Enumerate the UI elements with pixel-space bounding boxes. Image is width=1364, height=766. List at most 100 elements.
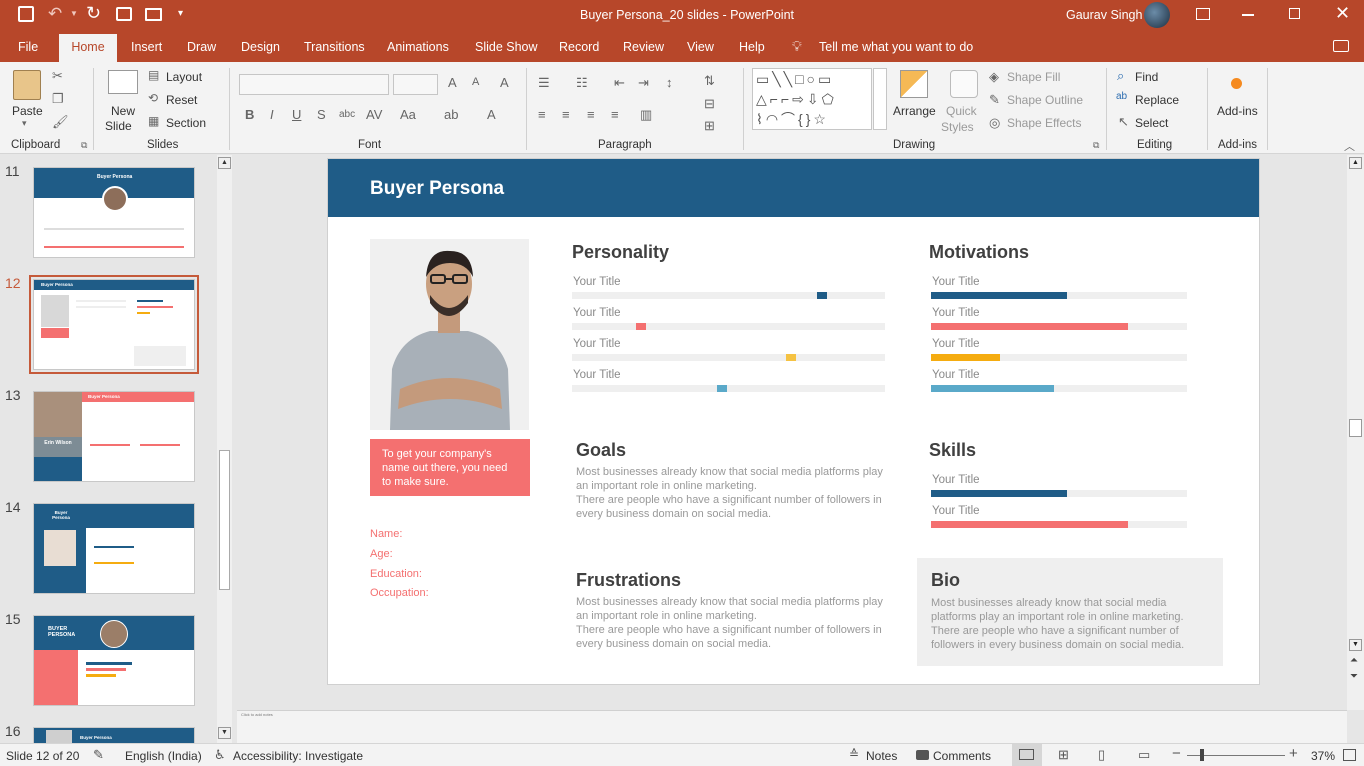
tab-record[interactable]: Record	[559, 40, 599, 54]
tab-file[interactable]: File	[18, 40, 38, 54]
motivations-heading[interactable]: Motivations	[929, 242, 1029, 263]
replace-button[interactable]: Replace	[1135, 93, 1179, 107]
format-painter-icon[interactable]: 🖌︎	[52, 114, 69, 130]
tell-me-search[interactable]: Tell me what you want to do	[819, 40, 973, 54]
smartart-icon[interactable]: ⊞	[704, 118, 715, 134]
bullets-icon[interactable]: ☰	[538, 75, 550, 91]
goals-text-1[interactable]: Most businesses already know that social…	[576, 465, 888, 493]
ribbon-display-options-icon[interactable]	[1196, 8, 1210, 20]
tab-slide-show[interactable]: Slide Show	[475, 40, 538, 54]
language-indicator[interactable]: English (India)	[125, 749, 202, 763]
change-case-icon[interactable]: Aa	[400, 107, 416, 122]
section-button[interactable]: Section	[166, 116, 206, 130]
scroll-up-icon[interactable]: ▲	[1349, 157, 1362, 169]
personality-bar-label[interactable]: Your Title	[573, 307, 621, 319]
motivations-bar-label[interactable]: Your Title	[932, 338, 980, 350]
shadow-icon[interactable]: S	[317, 107, 326, 122]
numbering-icon[interactable]: ☷	[576, 75, 588, 91]
frustrations-heading[interactable]: Frustrations	[576, 570, 681, 591]
tab-home[interactable]: Home	[59, 34, 117, 62]
age-field-label[interactable]: Age:	[370, 548, 393, 560]
comments-pane-icon[interactable]	[1333, 40, 1349, 52]
slide-thumbnail-16[interactable]: Buyer Persona	[33, 727, 195, 743]
scroll-up-icon[interactable]: ▲	[218, 157, 231, 169]
occupation-field-label[interactable]: Occupation:	[370, 587, 429, 599]
scroll-down-icon[interactable]: ▼	[1349, 639, 1362, 651]
notes-pane[interactable]: Click to add notes	[237, 710, 1347, 743]
slide-thumbnail-11[interactable]: Buyer Persona	[33, 167, 195, 258]
personality-bar-label[interactable]: Your Title	[573, 338, 621, 350]
minimize-icon[interactable]	[1242, 14, 1254, 16]
reading-view-icon[interactable]: ▯	[1098, 747, 1105, 763]
increase-indent-icon[interactable]: ⇥	[638, 75, 649, 91]
decrease-font-size-icon[interactable]: A	[472, 76, 479, 88]
goals-heading[interactable]: Goals	[576, 440, 626, 461]
shape-outline-button[interactable]: Shape Outline	[1007, 93, 1083, 107]
highlight-icon[interactable]: ab	[444, 107, 458, 122]
close-icon[interactable]: ✕	[1335, 3, 1350, 24]
tab-design[interactable]: Design	[241, 40, 280, 54]
copy-icon[interactable]: ❐	[52, 91, 64, 107]
add-ins-button[interactable]: Add-ins	[1217, 104, 1258, 118]
previous-slide-icon[interactable]: ⏶	[1350, 655, 1358, 666]
slide-thumbnail-14[interactable]: Buyer Persona	[33, 503, 195, 594]
tab-help[interactable]: Help	[739, 40, 765, 54]
avatar[interactable]	[1144, 2, 1170, 28]
arrange-button[interactable]: Arrange	[893, 104, 936, 118]
reset-button[interactable]: Reset	[166, 93, 197, 107]
undo-icon[interactable]: ↶	[48, 4, 62, 24]
shape-effects-button[interactable]: Shape Effects	[1007, 116, 1082, 130]
bio-box[interactable]: Bio Most businesses already know that so…	[917, 558, 1223, 666]
slide-show-icon[interactable]: ▭	[1138, 747, 1150, 763]
accessibility-icon[interactable]: ♿︎	[214, 747, 226, 763]
skills-heading[interactable]: Skills	[929, 440, 976, 461]
tab-draw[interactable]: Draw	[187, 40, 216, 54]
thumbnail-scrollbar[interactable]: ▲ ▼	[217, 155, 232, 743]
select-button[interactable]: Select	[1135, 116, 1168, 130]
editor-scroll-thumb[interactable]	[1349, 419, 1362, 437]
slide-thumbnail-12[interactable]: Buyer Persona	[29, 275, 199, 374]
tab-animations[interactable]: Animations	[387, 40, 449, 54]
spell-check-icon[interactable]: ✎	[93, 747, 104, 763]
zoom-out-icon[interactable]: −	[1172, 745, 1181, 762]
columns-icon[interactable]: ▥	[640, 107, 652, 123]
tab-insert[interactable]: Insert	[131, 40, 162, 54]
next-slide-icon[interactable]: ⏷	[1350, 671, 1358, 682]
collapse-ribbon-icon[interactable]: ︿	[1344, 138, 1355, 154]
find-button[interactable]: Find	[1135, 70, 1158, 84]
arrange-icon[interactable]	[900, 70, 928, 98]
slide-canvas[interactable]: Buyer Persona To get your company's name…	[327, 158, 1260, 685]
personality-bar-label[interactable]: Your Title	[573, 276, 621, 288]
zoom-level[interactable]: 37%	[1311, 749, 1335, 763]
strikethrough-icon[interactable]: abc	[339, 109, 355, 120]
layout-button[interactable]: Layout	[166, 70, 202, 84]
personality-heading[interactable]: Personality	[572, 242, 669, 263]
save-icon[interactable]	[18, 6, 34, 22]
font-family-dropdown[interactable]	[239, 74, 389, 95]
align-center-icon[interactable]: ≡	[562, 107, 570, 122]
shapes-gallery[interactable]: ▭╲╲□○▭ △⌐⌐⇨⇩⬠ ⌇◠⌒{}☆	[752, 68, 872, 130]
new-slide-icon[interactable]	[108, 70, 138, 94]
goals-text-2[interactable]: There are people who have a significant …	[576, 493, 888, 521]
present-from-start-icon[interactable]	[116, 7, 132, 21]
skills-bar-label[interactable]: Your Title	[932, 505, 980, 517]
align-text-icon[interactable]: ⊟	[704, 96, 715, 112]
italic-icon[interactable]: I	[270, 107, 274, 122]
accessibility-status[interactable]: Accessibility: Investigate	[233, 749, 363, 763]
motivations-bar-label[interactable]: Your Title	[932, 369, 980, 381]
zoom-in-icon[interactable]: +	[1289, 745, 1298, 762]
frustrations-text-2[interactable]: There are people who have a significant …	[576, 623, 888, 651]
redo-icon[interactable]: ↻	[86, 3, 101, 24]
education-field-label[interactable]: Education:	[370, 568, 422, 580]
frustrations-text-1[interactable]: Most businesses already know that social…	[576, 595, 888, 623]
new-slide-button-line2[interactable]: Slide	[105, 119, 132, 133]
drawing-launcher-icon[interactable]: ⧉	[1093, 140, 1099, 151]
tab-review[interactable]: Review	[623, 40, 664, 54]
add-ins-icon[interactable]	[1231, 78, 1242, 89]
underline-icon[interactable]: U	[292, 107, 301, 122]
zoom-slider-thumb[interactable]	[1200, 749, 1204, 761]
name-field-label[interactable]: Name:	[370, 528, 402, 540]
bold-icon[interactable]: B	[245, 107, 254, 122]
gallery-scroll[interactable]	[873, 68, 887, 130]
paste-icon[interactable]	[13, 70, 41, 100]
